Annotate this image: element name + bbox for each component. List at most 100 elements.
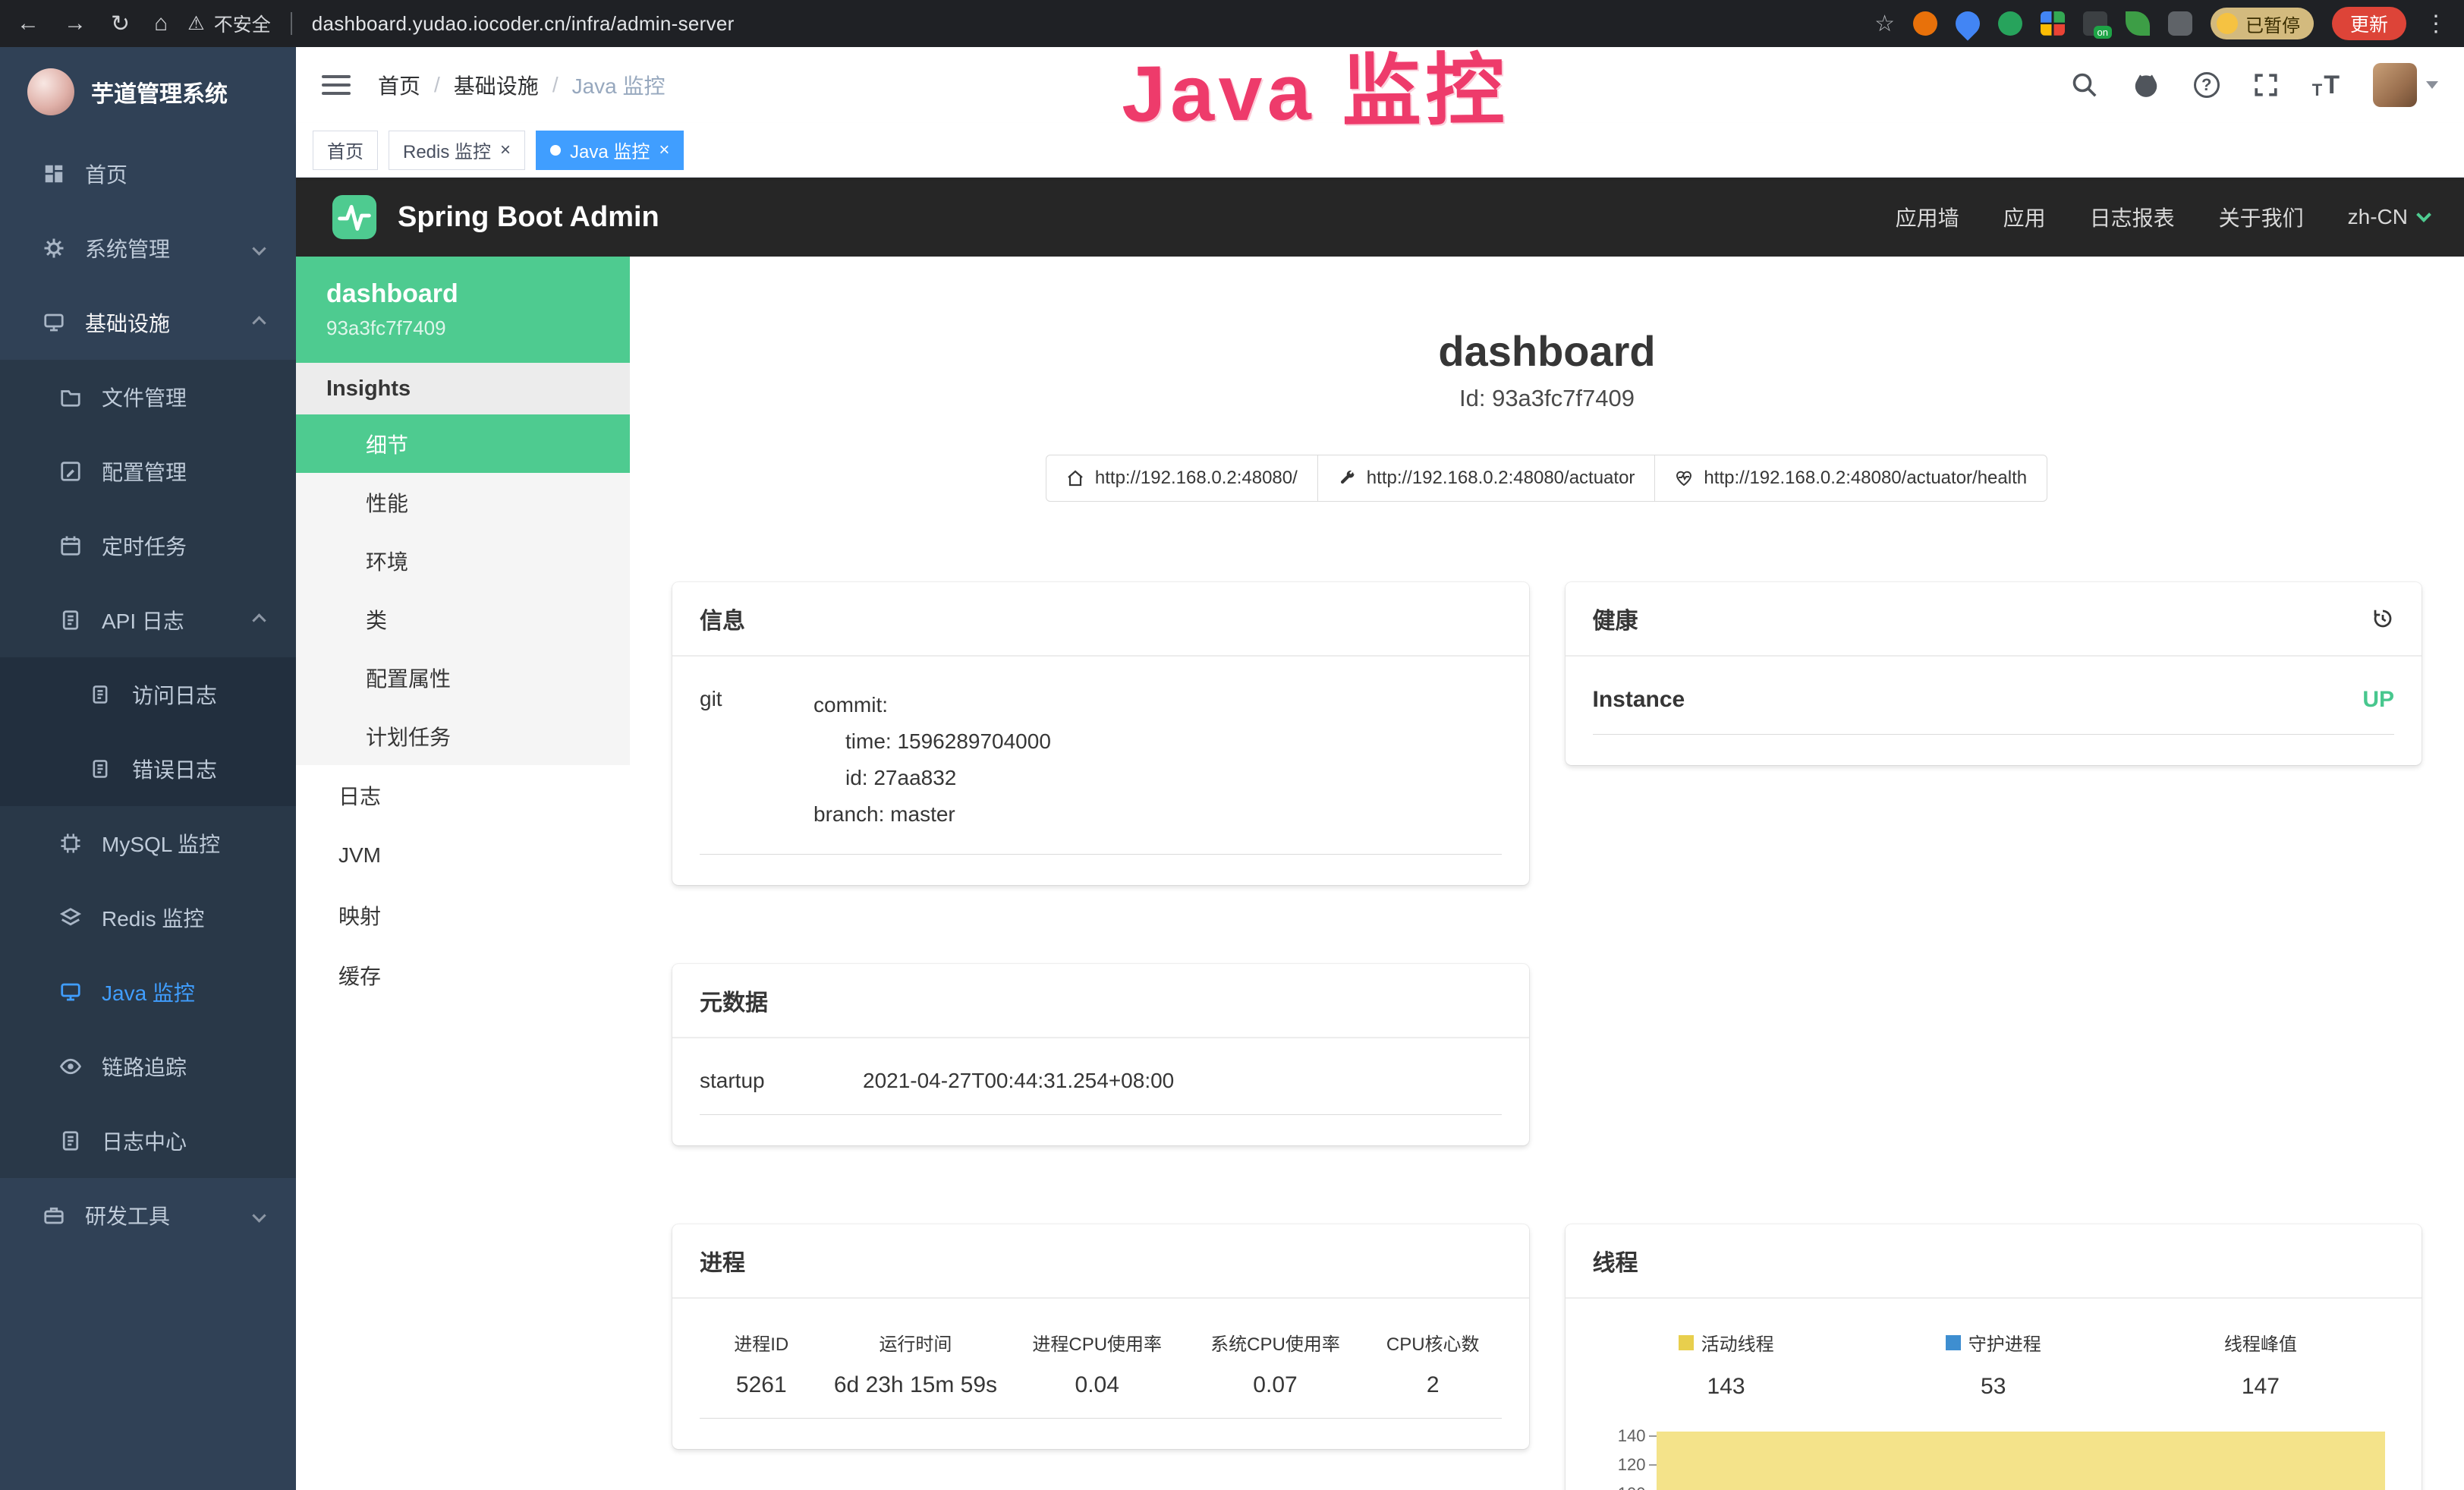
back-icon[interactable]: ← <box>17 11 39 36</box>
metadata-key: startup <box>700 1069 863 1093</box>
font-size-icon[interactable]: TT <box>2312 71 2340 100</box>
sidebar-item-java-monitor[interactable]: Java 监控 <box>0 955 296 1029</box>
peak-threads-value: 147 <box>2127 1374 2394 1400</box>
health-instance-label: Instance <box>1593 687 1685 713</box>
sidebar-item-tracing[interactable]: 链路追踪 <box>0 1029 296 1104</box>
sba-brand-title[interactable]: Spring Boot Admin <box>398 201 659 234</box>
active-tab-dot <box>550 145 561 156</box>
folder-icon <box>59 386 85 408</box>
sidebar-item-dev-tools[interactable]: 研发工具 <box>0 1178 296 1252</box>
tab-java-monitor[interactable]: Java 监控 × <box>536 131 684 170</box>
security-warning-icon[interactable]: ⚠ <box>187 12 204 35</box>
sba-nav-journal[interactable]: 日志报表 <box>2090 202 2175 232</box>
chevron-down-icon <box>252 1208 266 1222</box>
sidebar-item-error-logs[interactable]: 错误日志 <box>0 732 296 806</box>
page-header: 首页 / 基础设施 / Java 监控 ? TT <box>296 47 2464 123</box>
address-bar[interactable]: dashboard.yudao.iocoder.cn/infra/admin-s… <box>312 12 1855 36</box>
forward-icon[interactable]: → <box>64 11 87 36</box>
paused-badge[interactable]: 已暂停 <box>2211 8 2314 39</box>
history-icon[interactable] <box>2371 607 2394 630</box>
document-icon <box>59 1129 85 1152</box>
threads-card-title: 线程 <box>1593 1244 1638 1277</box>
sidebar-item-access-logs[interactable]: 访问日志 <box>0 657 296 732</box>
extension-drop-icon[interactable] <box>1950 6 1984 40</box>
sba-locale-select[interactable]: zh-CN <box>2348 205 2429 229</box>
bookmark-star-icon[interactable]: ☆ <box>1874 11 1895 37</box>
sba-menu-caches[interactable]: 缓存 <box>296 945 630 1005</box>
sba-menu-mappings[interactable]: 映射 <box>296 885 630 945</box>
sba-menu-scheduled-tasks[interactable]: 计划任务 <box>296 707 630 765</box>
extension-grid-icon[interactable] <box>2041 11 2065 36</box>
sba-menu-config-props[interactable]: 配置属性 <box>296 648 630 707</box>
sba-menu-classes[interactable]: 类 <box>296 590 630 648</box>
extension-green-icon[interactable] <box>1998 11 2022 36</box>
sidebar-item-mysql-monitor[interactable]: MySQL 监控 <box>0 806 296 880</box>
tab-close-icon[interactable]: × <box>500 141 511 159</box>
sidebar-item-label: 日志中心 <box>102 1126 187 1156</box>
sba-menu-logs[interactable]: 日志 <box>296 765 630 825</box>
tab-close-icon[interactable]: × <box>659 141 669 159</box>
search-icon[interactable] <box>2071 71 2098 99</box>
sidebar-item-file-management[interactable]: 文件管理 <box>0 360 296 434</box>
sba-menu-performance[interactable]: 性能 <box>296 473 630 531</box>
sidebar-item-log-center[interactable]: 日志中心 <box>0 1104 296 1178</box>
user-menu[interactable] <box>2373 63 2438 107</box>
health-url-button[interactable]: http://192.168.0.2:48080/actuator/health <box>1654 455 2047 502</box>
sidebar-item-infrastructure[interactable]: 基础设施 <box>0 285 296 360</box>
sba-menu-details[interactable]: 细节 <box>296 414 630 473</box>
sba-nav-applications[interactable]: 应用 <box>2003 202 2046 232</box>
sidebar-item-redis-monitor[interactable]: Redis 监控 <box>0 880 296 955</box>
extensions-puzzle-icon[interactable] <box>2168 11 2192 36</box>
service-url-label: http://192.168.0.2:48080/ <box>1095 468 1298 489</box>
update-button[interactable]: 更新 <box>2332 7 2406 40</box>
app-title: 芋道管理系统 <box>91 75 228 109</box>
tab-redis-monitor[interactable]: Redis 监控 × <box>389 131 525 170</box>
info-card-title: 信息 <box>700 602 745 635</box>
tab-home[interactable]: 首页 <box>313 131 378 170</box>
sidebar-item-scheduled-tasks[interactable]: 定时任务 <box>0 509 296 583</box>
app-logo-row[interactable]: 芋道管理系统 <box>0 47 296 137</box>
sidebar-item-label: 定时任务 <box>102 531 187 561</box>
app-sidebar: 芋道管理系统 首页 系统管理 基础设施 文件管理 配置管理 定时任务 API 日… <box>0 47 296 1490</box>
sba-menu-environment[interactable]: 环境 <box>296 531 630 590</box>
active-threads-swatch <box>1679 1335 1694 1350</box>
sba-logo-icon[interactable] <box>331 194 378 241</box>
instance-links: http://192.168.0.2:48080/ http://192.168… <box>630 455 2464 502</box>
extension-orange-icon[interactable] <box>1913 11 1937 36</box>
sidebar-item-config-management[interactable]: 配置管理 <box>0 434 296 509</box>
help-icon[interactable]: ? <box>2194 72 2220 98</box>
threads-chart: 140 120 100 <box>1593 1427 2395 1490</box>
sidebar-item-system[interactable]: 系统管理 <box>0 211 296 285</box>
sba-nav-wallboard[interactable]: 应用墙 <box>1896 202 1959 232</box>
fullscreen-icon[interactable] <box>2253 72 2279 98</box>
browser-menu-icon[interactable]: ⋮ <box>2425 11 2447 37</box>
sidebar-item-home[interactable]: 首页 <box>0 137 296 211</box>
process-card: 进程 进程ID5261 运行时间6d 23h 15m 59s 进程CPU使用率0… <box>672 1224 1529 1449</box>
breadcrumb-separator: / <box>552 73 559 97</box>
divider <box>291 12 292 35</box>
github-icon[interactable] <box>2132 71 2160 99</box>
extension-leaf-icon[interactable] <box>2126 11 2150 36</box>
actuator-url-button[interactable]: http://192.168.0.2:48080/actuator <box>1317 455 1656 502</box>
breadcrumb-infrastructure[interactable]: 基础设施 <box>454 70 539 100</box>
hamburger-icon[interactable] <box>322 75 351 95</box>
sba-instance-box[interactable]: dashboard 93a3fc7f7409 <box>296 257 630 363</box>
reload-icon[interactable]: ↻ <box>111 11 130 37</box>
avatar <box>2373 63 2417 107</box>
breadcrumb-home[interactable]: 首页 <box>378 70 420 100</box>
extension-switch-icon[interactable]: on <box>2083 11 2107 36</box>
calendar-icon <box>59 534 85 557</box>
metadata-value: 2021-04-27T00:44:31.254+08:00 <box>863 1069 1502 1093</box>
home-icon[interactable]: ⌂ <box>154 11 168 36</box>
sidebar-item-api-logs[interactable]: API 日志 <box>0 583 296 657</box>
eye-icon <box>59 1055 85 1078</box>
sba-menu-jvm[interactable]: JVM <box>296 825 630 885</box>
sidebar-item-label: API 日志 <box>102 605 184 635</box>
gear-icon <box>42 237 68 260</box>
service-url-button[interactable]: http://192.168.0.2:48080/ <box>1046 455 1318 502</box>
sidebar-item-label: MySQL 监控 <box>102 828 220 858</box>
sba-nav-about[interactable]: 关于我们 <box>2219 202 2304 232</box>
security-label[interactable]: 不安全 <box>214 10 271 37</box>
instance-title: dashboard <box>630 326 2464 376</box>
chevron-down-icon <box>252 241 266 255</box>
